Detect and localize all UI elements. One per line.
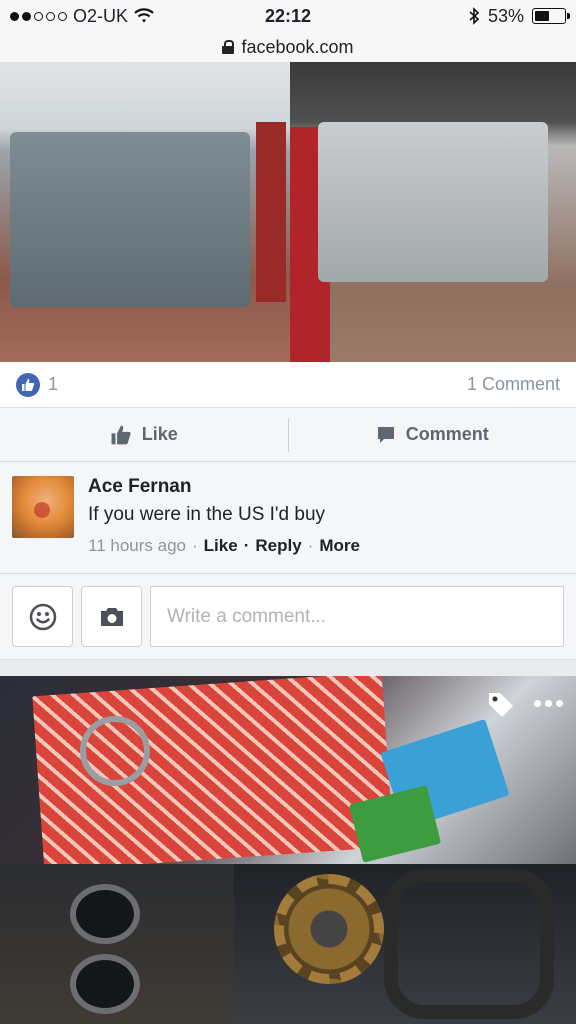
battery-percent: 53% (487, 5, 524, 26)
separator: · (243, 536, 250, 555)
timing-gear-shape (274, 874, 384, 984)
engine-block-photo-left[interactable] (0, 62, 290, 362)
carrier-name: O2-UK (73, 5, 129, 26)
next-post-photo-collage[interactable] (0, 676, 576, 1024)
cylinder-head-photo[interactable] (0, 864, 234, 1024)
comment-like-link[interactable]: Like (204, 536, 238, 556)
reaction-count: 1 (48, 374, 59, 394)
timing-belt-photo[interactable] (234, 864, 576, 1024)
more-dots-icon[interactable] (534, 700, 563, 707)
like-button[interactable]: Like (0, 408, 288, 461)
comment-more-link[interactable]: More (319, 536, 360, 556)
gasket-ring-shape (80, 716, 150, 786)
like-button-label: Like (141, 424, 178, 444)
camera-button[interactable] (81, 586, 142, 647)
comment-text: If you were in the US I'd buy (88, 504, 326, 525)
status-bar: O2-UK 22:12 53% (0, 0, 576, 32)
comment-composer: Write a comment... (0, 574, 576, 660)
battery-level (535, 11, 549, 21)
comment-author[interactable]: Ace Fernan (88, 476, 360, 498)
smiley-icon (29, 603, 56, 630)
cylinder-shape (70, 954, 140, 1014)
separator: · (191, 536, 198, 555)
thumbs-up-icon (111, 425, 131, 444)
comment-reply-link[interactable]: Reply (255, 536, 301, 556)
comment-count[interactable]: 1 Comment (467, 374, 560, 395)
post-actions: Like Comment (0, 408, 576, 462)
comment-timestamp[interactable]: 11 hours ago (88, 536, 186, 556)
status-left: O2-UK (10, 6, 154, 27)
emoji-button[interactable] (12, 586, 73, 647)
bluetooth-icon (469, 7, 480, 25)
reactions-summary: 1 1 Comment (0, 362, 576, 408)
engine-block-shape (318, 122, 548, 282)
engine-block-photo-right[interactable] (290, 62, 576, 362)
reaction-count-group[interactable]: 1 (16, 372, 59, 397)
separator: · (307, 536, 314, 555)
camera-icon (100, 607, 123, 626)
avatar[interactable] (12, 476, 74, 538)
gasket-kit-shape (32, 676, 394, 871)
post-photo-collage[interactable] (0, 62, 576, 362)
tag-icon[interactable] (486, 690, 516, 725)
comment-button[interactable]: Comment (289, 408, 576, 461)
feed-separator (0, 660, 576, 676)
cylinder-shape (70, 884, 140, 944)
timing-belt-shape (384, 869, 554, 1019)
status-right: 53% (468, 5, 570, 27)
url-text: facebook.com (241, 36, 354, 57)
comment-meta: 11 hours ago · Like · Reply · More (88, 536, 360, 556)
comment-body: Ace Fernan If you were in the US I'd buy… (88, 476, 360, 559)
comment-item: Ace Fernan If you were in the US I'd buy… (0, 462, 576, 574)
thumbs-up-icon (16, 372, 40, 397)
signal-strength-icon (10, 11, 67, 21)
engine-stand-shape (256, 122, 286, 302)
comment-input[interactable]: Write a comment... (150, 586, 564, 647)
comment-button-label: Comment (405, 424, 489, 444)
speech-bubble-icon (377, 426, 394, 443)
battery-icon (532, 8, 570, 24)
lock-icon (222, 40, 235, 54)
comment-input-placeholder: Write a comment... (167, 605, 327, 627)
address-bar[interactable]: facebook.com (0, 32, 576, 62)
wifi-icon (134, 8, 154, 23)
engine-block-shape (10, 132, 250, 307)
